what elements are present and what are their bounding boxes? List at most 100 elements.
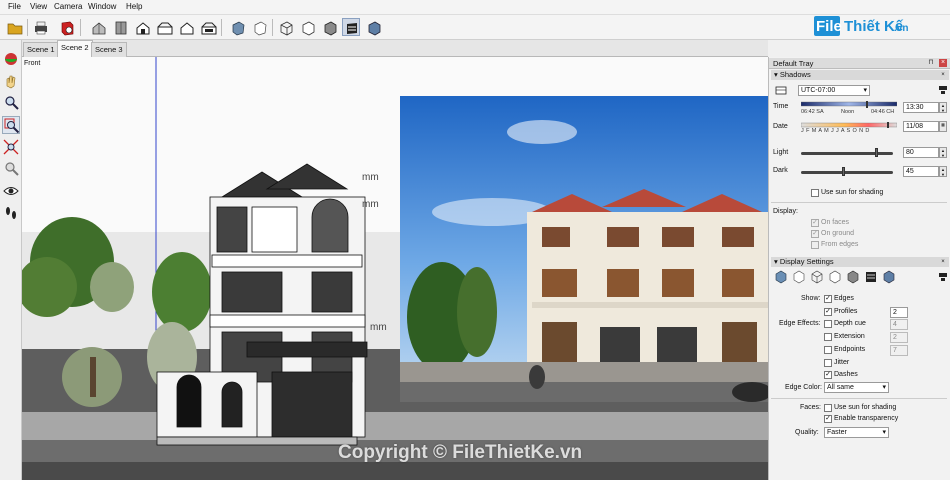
open-folder-button[interactable] [5, 18, 23, 36]
back-view-button[interactable] [177, 18, 195, 36]
shadows-title: Shadows [779, 70, 811, 79]
xray-cube-icon [232, 21, 245, 36]
quality-select[interactable]: Faster ▾ [824, 427, 889, 438]
extension-checkbox[interactable] [824, 333, 832, 341]
time-input[interactable]: 13:30 [903, 102, 939, 113]
zoom-tool[interactable] [2, 94, 20, 112]
magnifier-icon [5, 96, 19, 110]
depth-cue-checkbox[interactable] [824, 320, 832, 328]
on-ground-label: On ground [821, 230, 855, 237]
hidden-line-button[interactable] [298, 18, 316, 36]
light-slider-track[interactable] [801, 152, 893, 155]
printer-icon [35, 21, 47, 35]
front-house-icon [136, 22, 150, 35]
enable-transparency-checkbox[interactable]: ✓ [824, 415, 832, 423]
light-spinner[interactable]: ▲ ▼ [939, 147, 947, 158]
shadows-close-button[interactable]: × [939, 71, 947, 79]
tray-close-button[interactable]: × [939, 59, 947, 67]
extension-input[interactable]: 2 [890, 332, 908, 343]
iso-house-icon [92, 22, 106, 35]
edges-checkbox[interactable]: ✓ [824, 295, 832, 303]
orbit-tool[interactable] [2, 50, 20, 68]
tab-scene-3[interactable]: Scene 3 [91, 42, 127, 57]
front-view-button[interactable] [133, 18, 151, 36]
dashes-label: Dashes [834, 371, 858, 378]
model-viewport[interactable]: mm mm mm Front [22, 57, 768, 480]
filethietke-logo: File Thiết Kế .vn [812, 14, 922, 40]
scene-tab-bar: Scene 1 Scene 2 Scene 3 [22, 40, 768, 57]
back-house-icon [180, 22, 194, 35]
tab-scene-1[interactable]: Scene 1 [23, 42, 59, 57]
time-end-label: 04:46 CH [871, 109, 895, 115]
zoom-window-tool[interactable] [2, 116, 20, 134]
light-slider-thumb[interactable] [874, 148, 878, 157]
shadow-toggle-icon[interactable] [774, 84, 788, 96]
menu-view[interactable]: View [30, 2, 47, 11]
walk-tool[interactable] [2, 204, 20, 222]
xray-style-button[interactable] [228, 18, 246, 36]
dark-slider-thumb[interactable] [842, 167, 846, 176]
use-sun-checkbox[interactable] [811, 189, 819, 197]
months-scale: J F M A M J J A S O N D [801, 128, 870, 134]
edge-color-select[interactable]: All same ▾ [824, 382, 889, 393]
tab-scene-2[interactable]: Scene 2 [57, 40, 93, 57]
right-view-button[interactable] [155, 18, 173, 36]
chevron-down-icon: ▾ [863, 87, 867, 94]
display-settings-close-button[interactable]: × [939, 258, 947, 266]
dark-label: Dark [773, 167, 788, 174]
profiles-input[interactable]: 2 [890, 307, 908, 318]
endpoints-checkbox[interactable] [824, 346, 832, 354]
profiles-checkbox[interactable]: ✓ [824, 308, 832, 316]
menu-camera[interactable]: Camera [54, 2, 82, 11]
dark-spinner[interactable]: ▲ ▼ [939, 166, 947, 177]
pan-tool[interactable] [2, 72, 20, 90]
light-input[interactable]: 80 [903, 147, 939, 158]
hidden-line-cube-icon [302, 21, 315, 36]
logo-file-text: File [816, 18, 842, 35]
back-edges-button[interactable] [250, 18, 268, 36]
shaded-with-textures-button[interactable] [342, 18, 360, 36]
dark-slider-track[interactable] [801, 171, 893, 174]
faces-use-sun-checkbox[interactable] [824, 404, 832, 412]
iso-view-button[interactable] [89, 18, 107, 36]
quality-label: Quality: [795, 429, 819, 436]
dark-input[interactable]: 45 [903, 166, 939, 177]
time-slider[interactable] [801, 101, 897, 109]
left-house-icon [201, 22, 217, 35]
timezone-select[interactable]: UTC-07:00 ▾ [798, 85, 870, 96]
endpoints-input[interactable]: 7 [890, 345, 908, 356]
left-view-button[interactable] [199, 18, 217, 36]
date-picker-button[interactable]: ▦ [939, 121, 947, 132]
wireframe-button[interactable] [276, 18, 294, 36]
print-button[interactable] [31, 18, 49, 36]
model-info-button[interactable] [57, 18, 75, 36]
monochrome-button[interactable] [364, 18, 382, 36]
look-around-tool[interactable] [2, 182, 20, 200]
logo-suffix-text: .vn [894, 23, 909, 34]
close-icon: × [940, 59, 946, 66]
on-faces-checkbox[interactable]: ✓ [811, 219, 819, 227]
dashes-checkbox[interactable]: ✓ [824, 371, 832, 379]
zoom-extents-tool[interactable] [2, 138, 20, 156]
edges-label: Edges [834, 295, 854, 302]
display-settings-section-header[interactable]: ▾ Display Settings [771, 257, 949, 267]
tray-pin-button[interactable]: ⊓ [927, 59, 935, 67]
shaded-button[interactable] [320, 18, 338, 36]
model-info-icon [61, 21, 74, 36]
menu-window[interactable]: Window [88, 2, 116, 11]
close-icon: × [941, 259, 945, 265]
top-view-button[interactable] [111, 18, 129, 36]
jitter-checkbox[interactable] [824, 359, 832, 367]
depth-cue-input[interactable]: 4 [890, 319, 908, 330]
time-spinner[interactable]: ▲ ▼ [939, 102, 947, 113]
from-edges-checkbox[interactable] [811, 241, 819, 249]
previous-view-tool[interactable] [2, 160, 20, 178]
on-ground-checkbox[interactable]: ✓ [811, 230, 819, 238]
details-toggle-icon[interactable] [938, 272, 948, 282]
date-input[interactable]: 11/08 [903, 121, 939, 132]
dimension-label-3: mm [370, 322, 387, 333]
menu-help[interactable]: Help [126, 2, 142, 11]
menu-file[interactable]: File [8, 2, 21, 11]
shadows-section-header[interactable]: ▾ Shadows [771, 70, 949, 80]
details-toggle-icon[interactable] [938, 85, 948, 95]
